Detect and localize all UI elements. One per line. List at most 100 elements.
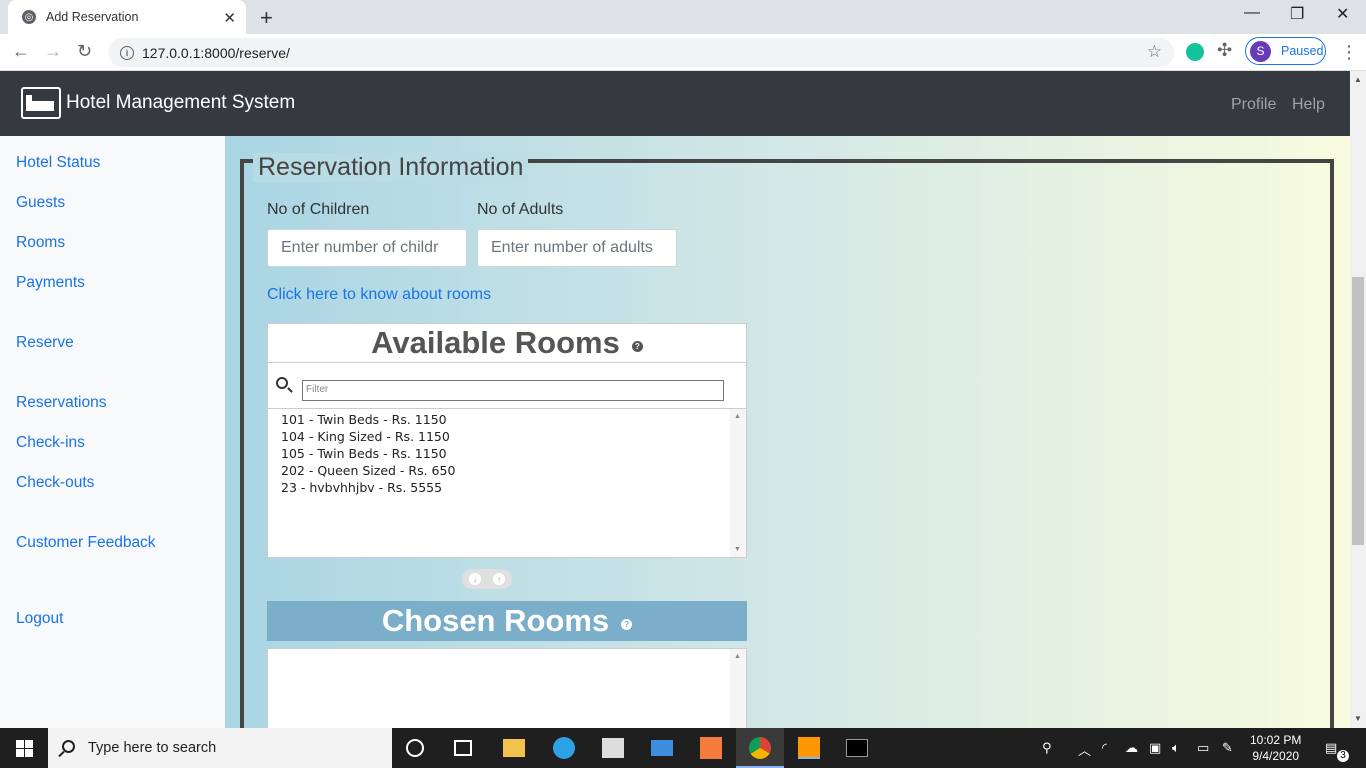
battery-icon[interactable]: ▭ [1197, 740, 1209, 756]
reload-icon[interactable]: ↻ [77, 41, 92, 62]
people-icon[interactable]: ⚲ [1042, 740, 1052, 756]
sidebar-item-reservations[interactable]: Reservations [16, 394, 106, 412]
scroll-up-icon[interactable]: ▲ [734, 653, 741, 660]
list-item[interactable]: 202 - Queen Sized - Rs. 650 [268, 462, 746, 479]
notifications-icon[interactable]: ▤ [1325, 740, 1337, 756]
browser-tabstrip: ◎ Add Reservation ✕ + — ❐ ✕ [0, 0, 1366, 34]
scroll-up-icon[interactable]: ▲ [734, 413, 741, 420]
close-tab-icon[interactable]: ✕ [223, 9, 236, 27]
search-icon [62, 740, 75, 753]
list-item[interactable]: 23 - hvbvhhjbv - Rs. 5555 [268, 479, 746, 496]
list-scrollbar[interactable]: ▲ [730, 649, 746, 737]
cortana-icon[interactable] [406, 739, 424, 757]
back-icon[interactable]: ← [12, 41, 30, 62]
scroll-down-icon[interactable]: ▼ [1354, 714, 1362, 723]
windows-start-icon[interactable] [16, 740, 33, 757]
move-up-icon[interactable]: ↑ [493, 573, 505, 585]
sidebar-item-logout[interactable]: Logout [16, 610, 63, 628]
restore-icon[interactable]: ❐ [1290, 4, 1304, 24]
forward-icon[interactable]: → [44, 41, 62, 62]
onedrive-icon[interactable]: ☁ [1125, 740, 1138, 756]
chosen-rooms-list[interactable]: ▲ [267, 648, 747, 738]
profile-button[interactable]: S Paused [1245, 37, 1326, 65]
xampp-icon[interactable] [700, 737, 722, 759]
security-icon[interactable]: ▣ [1149, 740, 1161, 756]
mail-icon[interactable] [651, 740, 673, 756]
pen-icon[interactable]: ✎ [1222, 740, 1233, 756]
sidebar: Hotel Status Guests Rooms Payments Reser… [0, 136, 225, 728]
sidebar-item-guests[interactable]: Guests [16, 194, 65, 212]
help-icon[interactable]: ? [631, 340, 643, 352]
filter-row: Filter [267, 363, 747, 409]
clock-date: 9/4/2020 [1252, 749, 1300, 763]
sidebar-item-customer-feedback[interactable]: Customer Feedback [16, 534, 156, 552]
sidebar-item-check-ins[interactable]: Check-ins [16, 434, 85, 452]
children-input[interactable]: Enter number of childr [267, 229, 467, 267]
minimize-icon[interactable]: — [1244, 4, 1260, 22]
adults-label: No of Adults [477, 201, 564, 218]
sidebar-item-hotel-status[interactable]: Hotel Status [16, 154, 100, 172]
scroll-up-icon[interactable]: ▲ [1354, 75, 1362, 84]
sidebar-item-check-outs[interactable]: Check-outs [16, 474, 94, 492]
grammarly-icon[interactable] [1186, 43, 1204, 61]
avatar: S [1250, 40, 1271, 62]
list-item[interactable]: 101 - Twin Beds - Rs. 1150 [268, 411, 746, 428]
tab-title: Add Reservation [46, 10, 139, 24]
bookmark-star-icon[interactable]: ☆ [1147, 42, 1162, 62]
network-icon[interactable]: ◜ [1102, 740, 1107, 756]
scroll-down-icon[interactable]: ▼ [734, 546, 741, 553]
browser-toolbar: ← → ↻ i 127.0.0.1:8000/reserve/ ☆ ✣ S Pa… [0, 34, 1366, 71]
taskbar-search-text: Type here to search [88, 740, 217, 756]
list-scrollbar[interactable]: ▲ ▼ [730, 409, 746, 557]
scrollbar-thumb[interactable] [1352, 277, 1364, 545]
extensions-puzzle-icon[interactable]: ✣ [1217, 40, 1232, 61]
brand-title[interactable]: Hotel Management System [66, 92, 295, 114]
chrome-taskbar-item[interactable] [736, 728, 784, 768]
filter-input[interactable]: Filter [302, 380, 724, 401]
list-item[interactable]: 104 - King Sized - Rs. 1150 [268, 428, 746, 445]
fieldset-legend: Reservation Information [253, 153, 529, 182]
edge-icon[interactable] [553, 737, 575, 759]
address-bar[interactable]: i 127.0.0.1:8000/reserve/ ☆ [108, 38, 1174, 67]
sublime-text-icon[interactable] [798, 737, 820, 759]
rooms-info-link[interactable]: Click here to know about rooms [267, 286, 491, 304]
nav-help[interactable]: Help [1292, 96, 1325, 114]
new-tab-icon[interactable]: + [260, 5, 273, 31]
chrome-icon [749, 737, 771, 759]
taskbar-search[interactable]: Type here to search [48, 728, 392, 768]
close-window-icon[interactable]: ✕ [1336, 4, 1349, 24]
sidebar-item-rooms[interactable]: Rooms [16, 234, 65, 252]
app-navbar: Hotel Management System Profile Help [0, 71, 1350, 136]
info-icon[interactable]: i [120, 45, 134, 60]
sidebar-item-reserve[interactable]: Reserve [16, 334, 74, 352]
browser-tab[interactable]: ◎ Add Reservation ✕ [8, 0, 246, 34]
globe-icon: ◎ [22, 10, 36, 24]
tray-chevron-icon[interactable]: ︿ [1078, 740, 1091, 759]
file-explorer-icon[interactable] [503, 739, 525, 757]
url-text: 127.0.0.1:8000/reserve/ [142, 44, 290, 61]
chosen-rooms-header: Chosen Rooms ? [267, 601, 747, 641]
volume-icon[interactable]: 🔈︎ [1172, 740, 1180, 756]
nav-profile[interactable]: Profile [1231, 96, 1276, 114]
store-icon[interactable] [602, 738, 624, 758]
notification-count: 3 [1337, 750, 1349, 762]
bed-logo-icon[interactable] [21, 87, 61, 119]
help-icon[interactable]: ? [621, 618, 633, 630]
search-icon [276, 377, 288, 389]
terminal-icon[interactable] [846, 739, 868, 757]
taskbar: Type here to search ⚲ ︿ ◜ ☁ ▣ 🔈︎ ▭ ✎ 10:… [0, 728, 1366, 768]
clock-time: 10:02 PM [1250, 733, 1302, 747]
profile-status: Paused [1281, 44, 1324, 58]
menu-kebab-icon[interactable]: ⋮ [1340, 42, 1358, 63]
sidebar-item-payments[interactable]: Payments [16, 274, 85, 292]
task-view-icon[interactable] [454, 740, 472, 756]
adults-input[interactable]: Enter number of adults [477, 229, 677, 267]
move-down-icon[interactable]: ↓ [469, 573, 481, 585]
clock[interactable]: 10:02 PM 9/4/2020 [1250, 732, 1301, 764]
available-rooms-list[interactable]: 101 - Twin Beds - Rs. 1150 104 - King Si… [267, 408, 747, 558]
page-scrollbar[interactable]: ▲ ▼ [1350, 71, 1366, 728]
list-item[interactable]: 105 - Twin Beds - Rs. 1150 [268, 445, 746, 462]
main-content: Reservation Information No of Children E… [225, 136, 1350, 759]
available-rooms-title: Available Rooms [371, 325, 620, 360]
chosen-rooms-title: Chosen Rooms [381, 603, 610, 638]
